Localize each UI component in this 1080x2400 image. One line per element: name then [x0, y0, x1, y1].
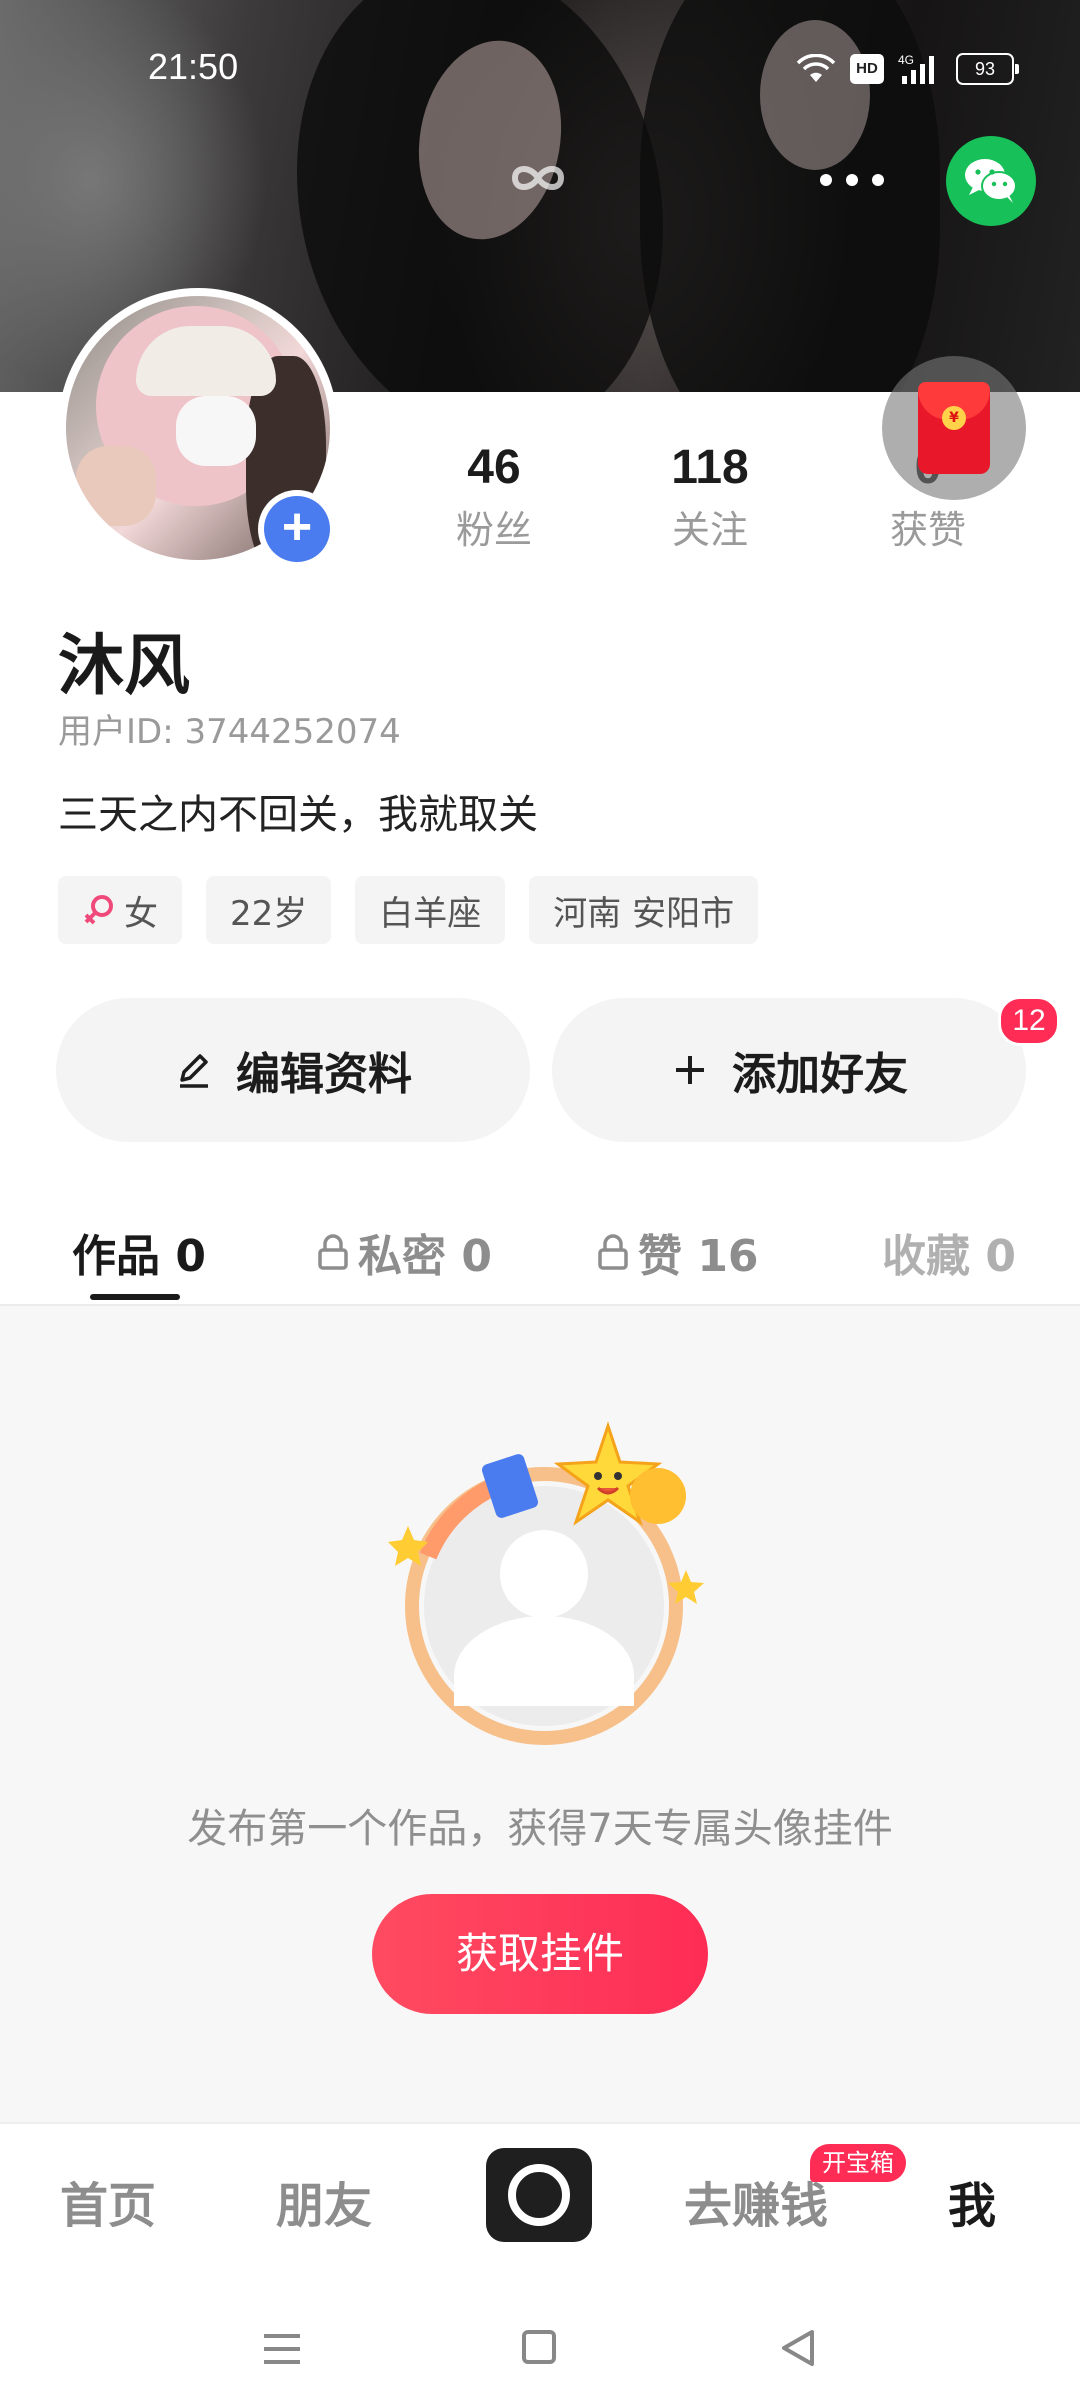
nav-earn[interactable]: 去赚钱 [684, 2166, 828, 2236]
add-avatar-button[interactable]: + [258, 490, 336, 568]
tab-liked-label: 赞 16 [638, 1231, 759, 1282]
friend-request-badge: 12 [998, 996, 1060, 1046]
zodiac-label: 白羊座 [379, 893, 482, 934]
more-icon[interactable] [820, 168, 892, 192]
home-icon[interactable] [522, 2330, 556, 2364]
stat-followers[interactable]: 46 粉丝 [404, 440, 584, 554]
wifi-icon [796, 54, 836, 82]
menu-icon[interactable] [262, 2332, 302, 2366]
back-icon[interactable] [780, 2328, 816, 2368]
tab-liked[interactable]: 赞 16 [596, 1220, 759, 1284]
action-buttons: 编辑资料 添加好友 [56, 998, 1026, 1142]
camera-icon [508, 2164, 570, 2226]
tag-gender: 女 [58, 876, 182, 944]
infinity-icon[interactable] [505, 158, 571, 198]
plus-icon [676, 1056, 704, 1084]
battery-icon: 93 [956, 53, 1019, 85]
system-nav-bar [0, 2270, 1080, 2400]
hd-icon: HD [850, 54, 884, 84]
tab-works-label: 作品 0 [72, 1231, 206, 1282]
following-label: 关注 [671, 508, 748, 552]
age-label: 22岁 [230, 893, 308, 934]
tab-private[interactable]: 私密 0 [316, 1220, 492, 1284]
likes-label: 获赞 [889, 508, 966, 552]
svg-text:4G: 4G [898, 53, 914, 67]
works-empty-state: 发布第一个作品，获得7天专属头像挂件 获取挂件 [0, 1306, 1080, 2122]
tab-favorites-label: 收藏 0 [882, 1231, 1016, 1282]
followers-label: 粉丝 [455, 508, 532, 552]
tag-age: 22岁 [206, 876, 332, 944]
status-icons: HD 4G 93 [796, 52, 1019, 86]
profile-name: 沐风 [58, 627, 190, 704]
red-packet-icon: ¥ [918, 382, 990, 474]
avatar-pendant-illustration [388, 1421, 704, 1745]
content-tabs: 作品 0 私密 0 赞 16 收藏 0 [0, 1200, 1080, 1306]
gender-label: 女 [124, 893, 158, 934]
stat-following[interactable]: 118 关注 [620, 440, 800, 554]
tab-private-label: 私密 0 [358, 1231, 492, 1282]
get-pendant-button[interactable]: 获取挂件 [372, 1894, 708, 2014]
treasure-chest-badge[interactable]: 开宝箱 [810, 2144, 906, 2182]
add-friend-button[interactable]: 添加好友 [552, 998, 1026, 1142]
lock-icon [598, 1234, 628, 1270]
profile-tags: 女 22岁 白羊座 河南 安阳市 [58, 876, 759, 944]
lock-icon [318, 1234, 348, 1270]
plus-icon: + [264, 496, 330, 562]
edit-profile-button[interactable]: 编辑资料 [56, 998, 530, 1142]
location-label: 河南 安阳市 [553, 893, 735, 934]
pencil-icon [180, 1054, 208, 1088]
nav-home[interactable]: 首页 [60, 2166, 156, 2236]
edit-profile-label: 编辑资料 [236, 1049, 412, 1100]
followers-count: 46 [467, 441, 521, 494]
status-time: 21:50 [148, 46, 239, 87]
wechat-button[interactable] [946, 136, 1036, 226]
following-count: 118 [671, 441, 749, 494]
nav-me[interactable]: 我 [948, 2166, 996, 2236]
tab-active-indicator [90, 1294, 180, 1300]
tag-location: 河南 安阳市 [529, 876, 759, 944]
create-button[interactable] [486, 2148, 592, 2242]
signal-icon: 4G [898, 53, 934, 84]
status-bar: 21:50 HD 4G 93 [0, 0, 1080, 140]
tab-works[interactable]: 作品 0 [72, 1220, 206, 1284]
bottom-nav: 首页 朋友 去赚钱 开宝箱 我 [0, 2122, 1080, 2272]
nav-friends[interactable]: 朋友 [276, 2166, 372, 2236]
user-id[interactable]: 用户ID: 3744252074 [58, 704, 401, 753]
profile-bio: 三天之内不回关，我就取关 [58, 792, 538, 838]
empty-state-text: 发布第一个作品，获得7天专属头像挂件 [187, 1806, 893, 1852]
add-friend-label: 添加好友 [732, 1049, 908, 1100]
female-icon [84, 895, 113, 925]
wechat-icon [965, 159, 1017, 203]
tag-zodiac: 白羊座 [355, 876, 506, 944]
red-packet-button[interactable]: ¥ [882, 356, 1026, 500]
tab-favorites[interactable]: 收藏 0 [882, 1220, 1016, 1284]
